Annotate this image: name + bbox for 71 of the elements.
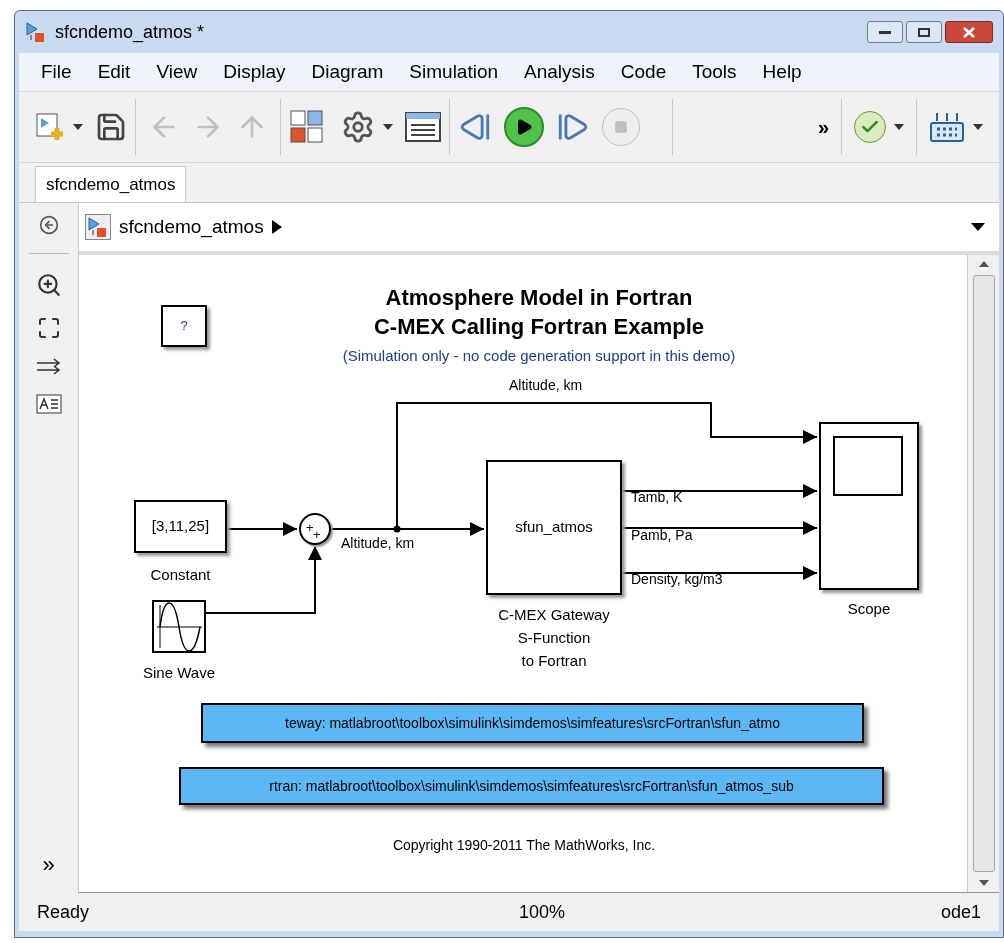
signal-label: Tamb, K [631, 488, 683, 507]
block-label: Sine Wave [143, 663, 215, 683]
new-model-icon[interactable] [35, 112, 65, 142]
block-label: to Fortran [521, 651, 587, 671]
signal-line [226, 522, 298, 536]
file-link[interactable]: teway: matlabroot\toolbox\simulink\simdemos\simfeatures\srcFortran\sfun_atmo [201, 703, 864, 743]
breadcrumb[interactable]: sfcndemo_atmos [119, 212, 264, 242]
settings-icon[interactable] [341, 110, 375, 144]
menu-item[interactable]: Analysis [524, 57, 595, 87]
caret-icon[interactable] [973, 124, 983, 130]
menu-item[interactable]: Simulation [409, 57, 499, 87]
window-title: sfcndemo_atmos * [55, 20, 205, 45]
dropdown-icon[interactable] [971, 223, 985, 231]
caret-icon[interactable] [73, 124, 83, 130]
constant-block: [3,11,25] [134, 500, 227, 553]
diagram-subtitle: (Simulation only - no code generation support in this demo) [342, 346, 736, 366]
diagram-title: C-MEX Calling Fortran Example [373, 313, 705, 341]
model-icon [25, 21, 47, 43]
arrows-icon[interactable] [35, 358, 62, 376]
run-button[interactable] [504, 107, 544, 147]
back-icon[interactable] [38, 215, 59, 235]
maximize-button[interactable] [906, 21, 942, 43]
block-label: C-MEX Gateway [498, 605, 610, 625]
sign-label: + [313, 528, 321, 541]
menu-item[interactable]: Diagram [311, 57, 384, 87]
block-label: Constant [150, 565, 211, 585]
signal-label: Altitude, km [341, 534, 415, 553]
caret-icon[interactable] [383, 124, 393, 130]
scrollbar[interactable] [967, 255, 999, 892]
sign-label: + [306, 521, 314, 534]
save-icon[interactable] [95, 111, 127, 143]
close-icon [963, 26, 975, 38]
signal-label: Altitude, km [509, 376, 583, 395]
model-icon [87, 216, 109, 238]
menu-item[interactable]: Code [620, 57, 667, 87]
stop-icon [614, 120, 628, 134]
sine-wave-block [152, 600, 206, 653]
menu-item[interactable]: Display [223, 57, 286, 87]
help-block[interactable]: ? [161, 305, 207, 347]
file-link[interactable]: rtran: matlabroot\toolbox\simulink\simdemos\simfeatures\srcFortran\sfun_atmos_sub [179, 767, 884, 805]
signal-label: Pamb, Pa [631, 526, 693, 545]
model-tab[interactable]: sfcndemo_atmos [35, 166, 187, 202]
menu-item[interactable]: File [41, 57, 72, 87]
annotation-icon[interactable] [35, 394, 62, 414]
menu-item[interactable]: Edit [97, 57, 131, 87]
s-function-block: sfun_atmos [486, 460, 622, 595]
menu-item[interactable]: Tools [692, 57, 737, 87]
zoom-level: 100% [519, 900, 566, 924]
block-label: S-Function [517, 628, 591, 648]
overflow-button[interactable]: » [817, 112, 829, 142]
check-icon[interactable] [854, 111, 886, 143]
copyright-text: Copyright 1990-2011 The MathWorks, Inc. [391, 836, 657, 855]
solver-name: ode1 [940, 900, 981, 924]
zoom-icon[interactable] [35, 272, 62, 298]
play-icon [515, 118, 533, 136]
scroll-up-icon[interactable] [978, 261, 989, 267]
diagram-title: Atmosphere Model in Fortran [385, 284, 693, 312]
block-label: Scope [847, 599, 891, 619]
branch-point [393, 525, 401, 533]
scope-screen [833, 436, 903, 496]
menu-item[interactable]: Help [762, 57, 802, 87]
close-button[interactable] [945, 21, 993, 43]
minimize-button[interactable] [867, 21, 903, 43]
caret-icon[interactable] [894, 124, 904, 130]
signal-label: Density, kg/m3 [631, 570, 723, 589]
menu-item[interactable]: View [156, 57, 198, 87]
scroll-down-icon[interactable] [978, 880, 989, 886]
fit-view-icon[interactable] [36, 316, 61, 340]
play-arrow-icon [271, 220, 282, 234]
status-text: Ready [37, 900, 90, 924]
expand-button[interactable]: » [42, 848, 55, 881]
